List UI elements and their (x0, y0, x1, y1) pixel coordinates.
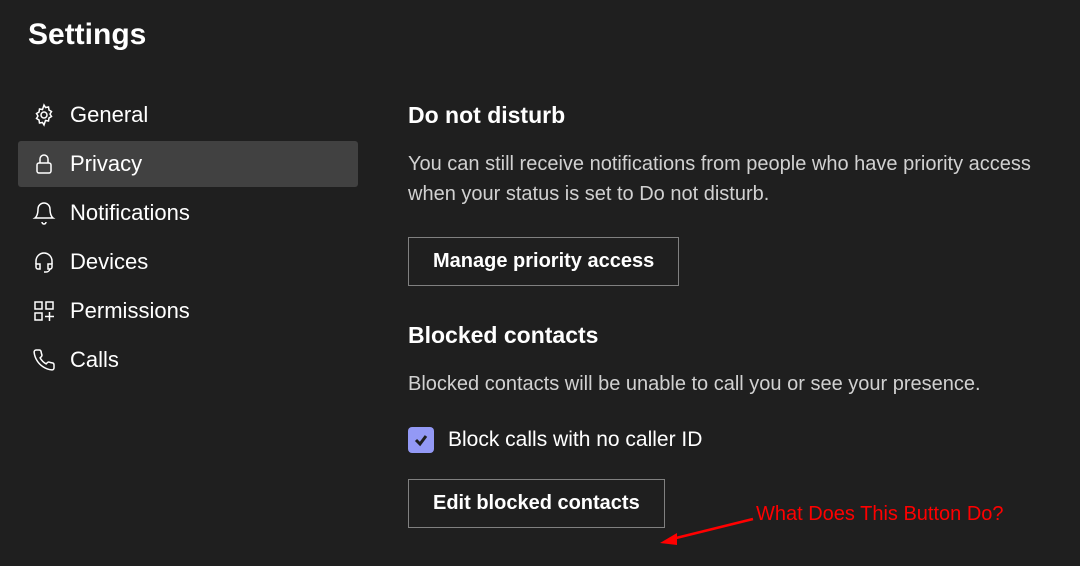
checkbox-label: Block calls with no caller ID (448, 428, 702, 452)
gear-icon (32, 103, 56, 127)
settings-content: Do not disturb You can still receive not… (358, 92, 1080, 566)
phone-icon (32, 348, 56, 372)
sidebar-item-devices[interactable]: Devices (18, 239, 358, 285)
edit-blocked-contacts-button[interactable]: Edit blocked contacts (408, 479, 665, 528)
sidebar-item-label: Permissions (70, 298, 190, 324)
sidebar-item-label: Calls (70, 347, 119, 373)
section-title: Do not disturb (408, 102, 1040, 129)
manage-priority-access-button[interactable]: Manage priority access (408, 237, 679, 286)
sidebar-item-label: Devices (70, 249, 148, 275)
section-blocked-contacts: Blocked contacts Blocked contacts will b… (408, 322, 1040, 528)
sidebar-item-label: General (70, 102, 148, 128)
section-description: Blocked contacts will be unable to call … (408, 369, 1040, 399)
section-title: Blocked contacts (408, 322, 1040, 349)
sidebar-item-label: Notifications (70, 200, 190, 226)
lock-icon (32, 152, 56, 176)
sidebar-item-label: Privacy (70, 151, 142, 177)
settings-sidebar: General Privacy Notifications Devices (0, 92, 358, 566)
section-do-not-disturb: Do not disturb You can still receive not… (408, 102, 1040, 286)
apps-icon (32, 299, 56, 323)
sidebar-item-notifications[interactable]: Notifications (18, 190, 358, 236)
page-title: Settings (0, 8, 1080, 52)
block-no-caller-id-checkbox[interactable] (408, 427, 434, 453)
sidebar-item-calls[interactable]: Calls (18, 337, 358, 383)
sidebar-item-privacy[interactable]: Privacy (18, 141, 358, 187)
bell-icon (32, 201, 56, 225)
sidebar-item-general[interactable]: General (18, 92, 358, 138)
block-no-caller-id-row: Block calls with no caller ID (408, 427, 1040, 453)
section-description: You can still receive notifications from… (408, 149, 1040, 209)
sidebar-item-permissions[interactable]: Permissions (18, 288, 358, 334)
headset-icon (32, 250, 56, 274)
